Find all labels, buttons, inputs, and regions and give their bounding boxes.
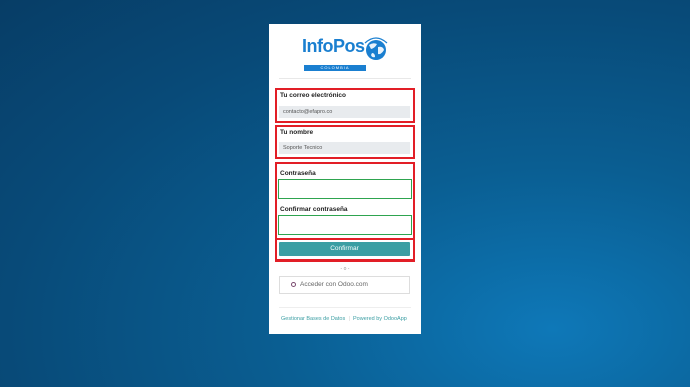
brand-logo: InfoPos COLOMBIA: [299, 35, 391, 75]
name-label: Tu nombre: [280, 129, 314, 136]
signup-card: InfoPos COLOMBIA Tu correo electrónico c…: [269, 24, 421, 334]
confirm-password-label: Confirmar contraseña: [280, 206, 348, 213]
or-separator: - o -: [340, 266, 350, 272]
confirm-button[interactable]: Confirmar: [279, 242, 410, 256]
password-input[interactable]: [278, 179, 412, 199]
odoo-icon: [291, 282, 296, 287]
oauth-label: Acceder con Odoo.com: [300, 281, 368, 288]
header-divider: [279, 78, 411, 79]
footer-divider: [279, 307, 411, 308]
email-label: Tu correo electrónico: [280, 92, 346, 99]
confirm-password-input[interactable]: [278, 215, 412, 235]
footer-separator: |: [349, 316, 351, 322]
password-label: Contraseña: [280, 170, 316, 177]
manage-databases-link[interactable]: Gestionar Bases de Datos: [281, 316, 345, 322]
logo-subtext-bar: COLOMBIA: [304, 65, 366, 71]
globe-icon: [364, 37, 388, 60]
name-field[interactable]: Soporte Tecnico: [279, 142, 410, 154]
powered-by-link[interactable]: Powered by OdooApp: [353, 316, 407, 322]
logo-text: InfoPos: [302, 36, 365, 56]
email-field[interactable]: contacto@efapro.co: [279, 106, 410, 118]
odoo-oauth-button[interactable]: Acceder con Odoo.com: [279, 276, 410, 294]
